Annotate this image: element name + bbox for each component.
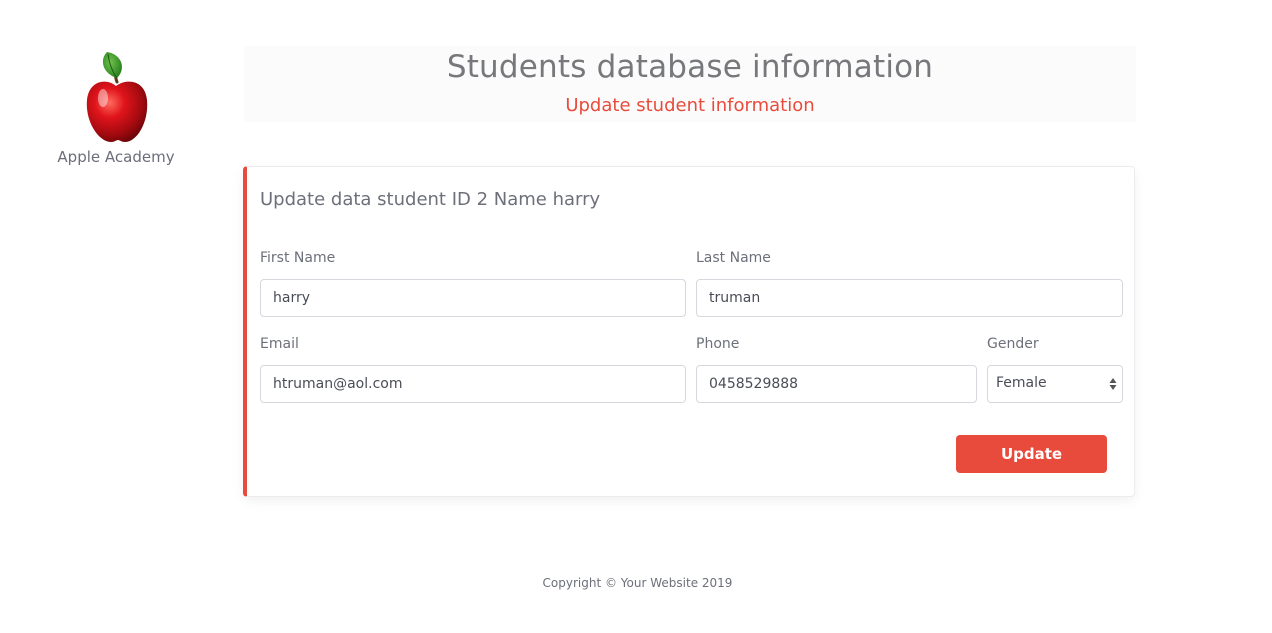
email-label: Email — [260, 336, 299, 352]
gender-label: Gender — [987, 336, 1039, 352]
page-title: Students database information — [446, 49, 934, 85]
first-name-label: First Name — [260, 250, 336, 266]
update-student-card: Update data student ID 2 Name harry Firs… — [243, 166, 1135, 497]
card-title: Update data student ID 2 Name harry — [260, 189, 601, 210]
gender-selected-value: Female — [996, 375, 1047, 391]
brand-logo[interactable]: Apple Academy — [48, 48, 184, 166]
last-name-label: Last Name — [696, 250, 771, 266]
apple-icon — [86, 52, 148, 142]
page-subtitle: Update student information — [565, 95, 815, 116]
gender-select[interactable]: Female — [987, 365, 1123, 403]
email-field[interactable] — [260, 365, 686, 403]
select-arrows-icon — [1109, 378, 1117, 390]
update-button[interactable]: Update — [956, 435, 1107, 473]
brand-name: Apple Academy — [57, 148, 175, 166]
page: Apple Academy Students database informat… — [0, 0, 1272, 633]
last-name-field[interactable] — [696, 279, 1123, 317]
footer-copyright: Copyright © Your Website 2019 — [542, 576, 733, 590]
page-header: Students database information Update stu… — [244, 46, 1136, 122]
phone-label: Phone — [696, 336, 740, 352]
first-name-field[interactable] — [260, 279, 686, 317]
phone-field[interactable] — [696, 365, 977, 403]
